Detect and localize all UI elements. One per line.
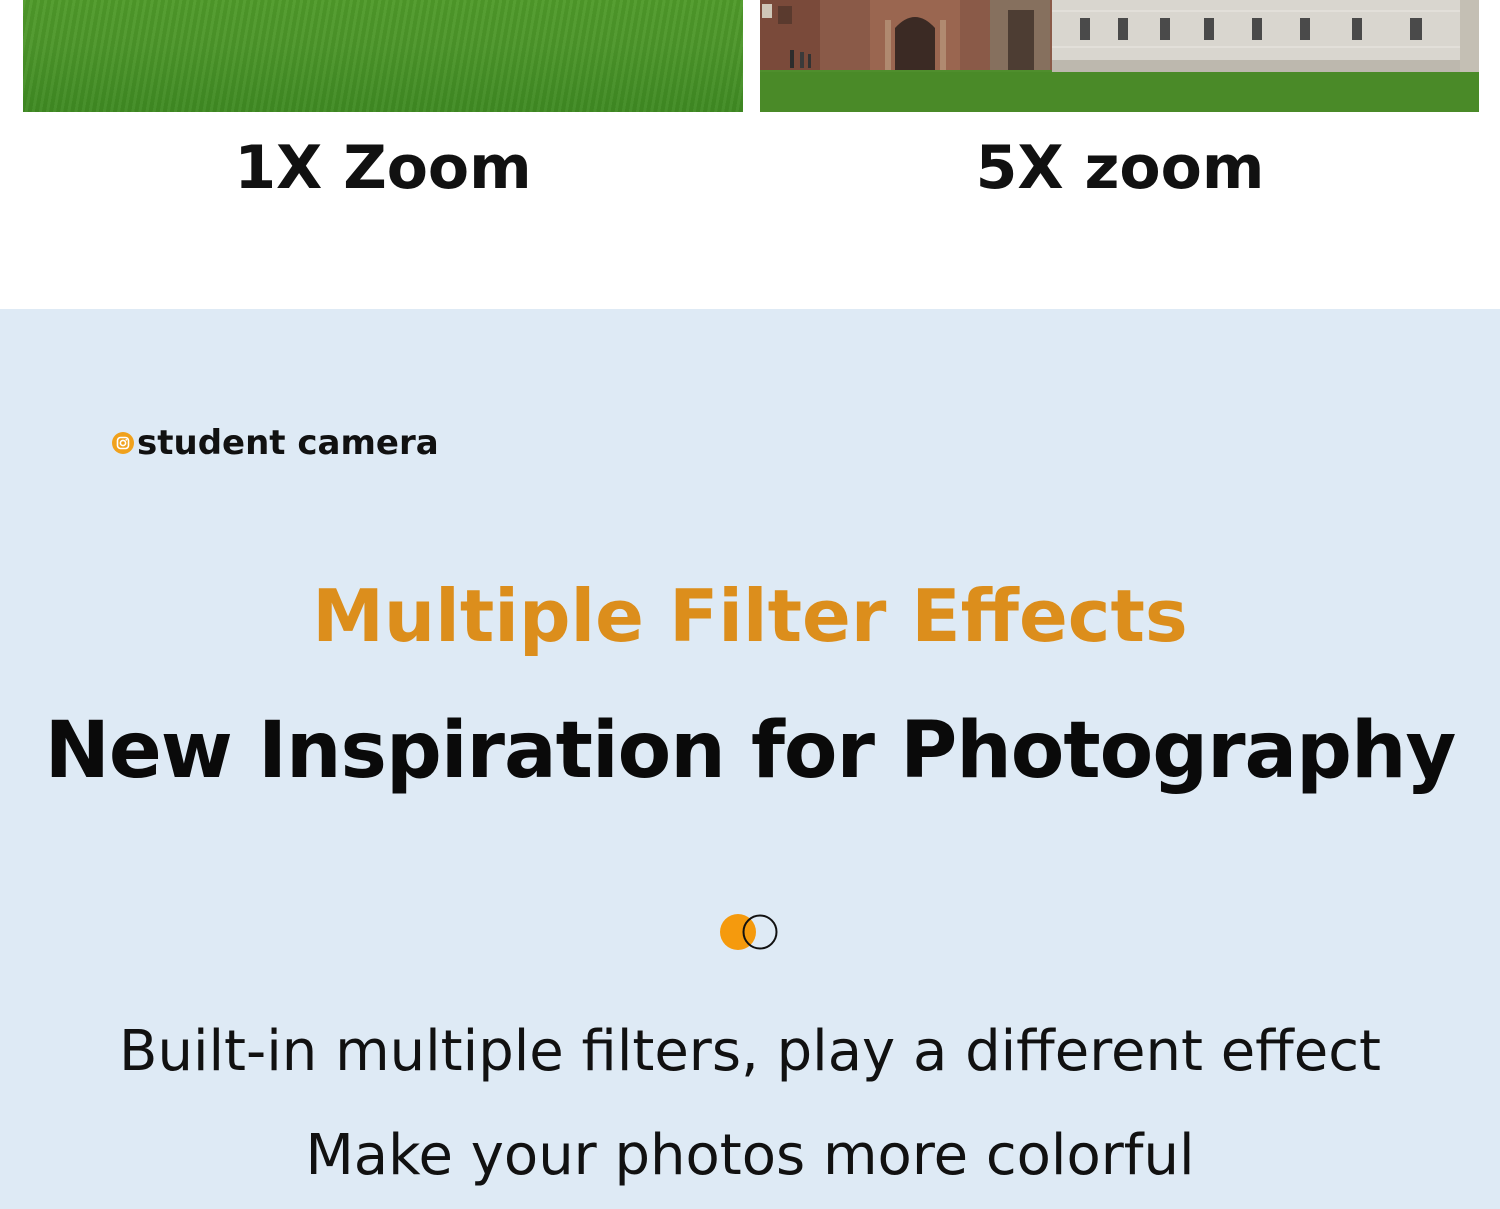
filter-feature-section: student camera Multiple Filter Effects N… [0,309,1500,1209]
photo-5x-zoom [760,0,1479,112]
camera-icon [112,432,134,454]
decorative-dots [718,912,782,952]
photo-1x-zoom [23,0,743,112]
feature-main-title: New Inspiration for Photography [44,706,1457,796]
brand-label: student camera [112,421,439,465]
brand-name: student camera [137,423,439,463]
feature-highlight-title: Multiple Filter Effects [312,574,1188,658]
description-line-2: Make your photos more colorful [305,1123,1195,1188]
product-page: 1X Zoom 5X zoom student camera Multiple … [0,0,1500,1209]
caption-1x-zoom: 1X Zoom [234,133,532,203]
zoom-comparison-section: 1X Zoom 5X zoom [0,0,1500,309]
description-line-1: Built-in multiple filters, play a differ… [119,1019,1381,1084]
caption-5x-zoom: 5X zoom [975,133,1265,203]
